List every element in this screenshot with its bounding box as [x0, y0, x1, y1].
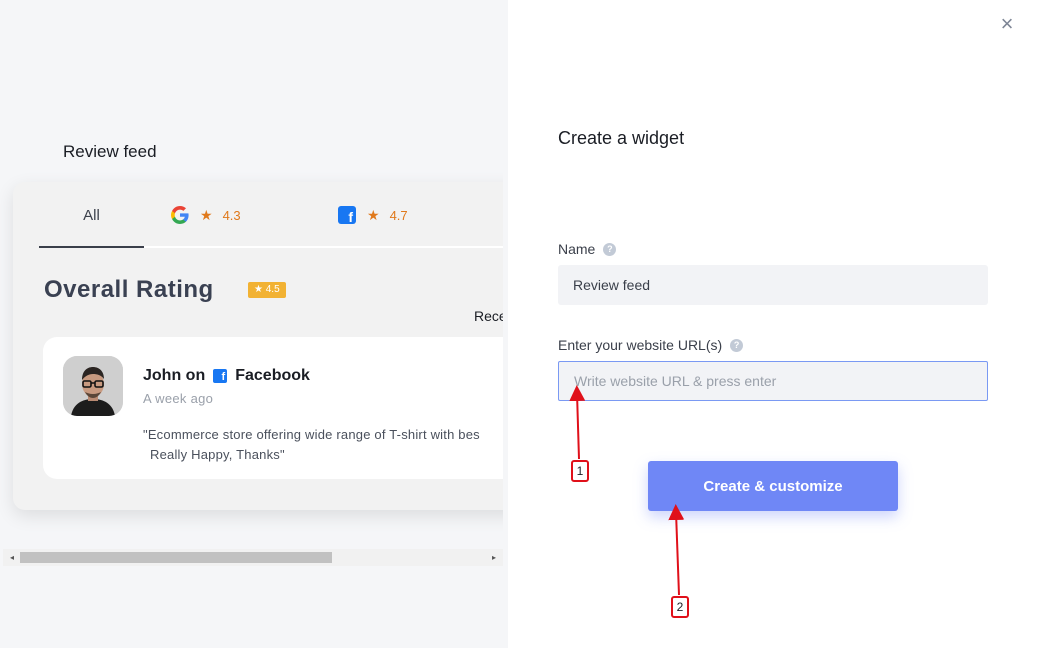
- name-input[interactable]: [558, 265, 988, 305]
- name-label-text: Name: [558, 241, 596, 257]
- horizontal-scrollbar[interactable]: ◂ ▸: [3, 549, 503, 566]
- overall-rating-heading: Overall Rating: [44, 276, 214, 303]
- help-icon[interactable]: ?: [603, 242, 617, 256]
- create-customize-button[interactable]: Create & customize: [648, 461, 898, 511]
- facebook-logo-icon: f: [337, 205, 357, 225]
- review-text: "Ecommerce store offering wide range of …: [143, 425, 503, 465]
- scroll-right-icon[interactable]: ▸: [487, 549, 501, 566]
- source-tabs: All ★ 4.3 f ★ 4.7: [39, 182, 503, 248]
- google-logo-icon: [170, 205, 190, 225]
- review-time: A week ago: [143, 391, 214, 406]
- star-icon: ★: [200, 206, 213, 223]
- review-widget-card: All ★ 4.3 f ★ 4.7 Overall Rating ★ 4.5 R…: [13, 182, 503, 510]
- review-text-line: Really Happy, Thanks": [150, 447, 285, 462]
- facebook-icon: f: [213, 369, 228, 383]
- star-icon: ★: [367, 206, 380, 223]
- facebook-rating: 4.7: [389, 207, 408, 223]
- tab-google[interactable]: ★ 4.3: [170, 182, 241, 248]
- reviewer-line: John on f Facebook: [143, 367, 310, 385]
- name-field-label: Name ?: [558, 241, 617, 257]
- tab-all[interactable]: All: [39, 182, 144, 248]
- google-rating: 4.3: [222, 207, 241, 223]
- website-url-input[interactable]: [558, 361, 988, 401]
- tab-facebook[interactable]: f ★ 4.7: [337, 182, 408, 248]
- avatar: [63, 356, 123, 416]
- reviewer-name: John on: [143, 367, 206, 384]
- help-icon[interactable]: ?: [730, 338, 744, 352]
- panel-title: Create a widget: [558, 128, 685, 148]
- tab-all-label: All: [83, 206, 100, 224]
- review-platform: Facebook: [235, 367, 310, 384]
- create-widget-panel: × Create a widget Name ? Enter your webs…: [508, 0, 1039, 648]
- preview-title: Review feed: [63, 142, 157, 161]
- url-field-label: Enter your website URL(s) ?: [558, 337, 744, 353]
- sort-recent-label[interactable]: Rece: [474, 308, 503, 324]
- review-text-line: "Ecommerce store offering wide range of …: [143, 427, 480, 442]
- review-card: John on f Facebook A week ago "Ecommerce…: [43, 337, 503, 479]
- close-icon[interactable]: ×: [997, 13, 1017, 35]
- preview-viewport[interactable]: All ★ 4.3 f ★ 4.7 Overall Rating ★ 4.5 R…: [0, 170, 503, 565]
- tab-active-indicator: [39, 246, 144, 248]
- scroll-left-icon[interactable]: ◂: [5, 549, 19, 566]
- widget-preview-pane: Review feed All ★ 4.3 f ★ 4.7 Overall Ra…: [0, 0, 508, 648]
- overall-rating-badge: ★ 4.5: [248, 282, 286, 298]
- scrollbar-thumb[interactable]: [20, 552, 332, 563]
- url-label-text: Enter your website URL(s): [558, 337, 723, 353]
